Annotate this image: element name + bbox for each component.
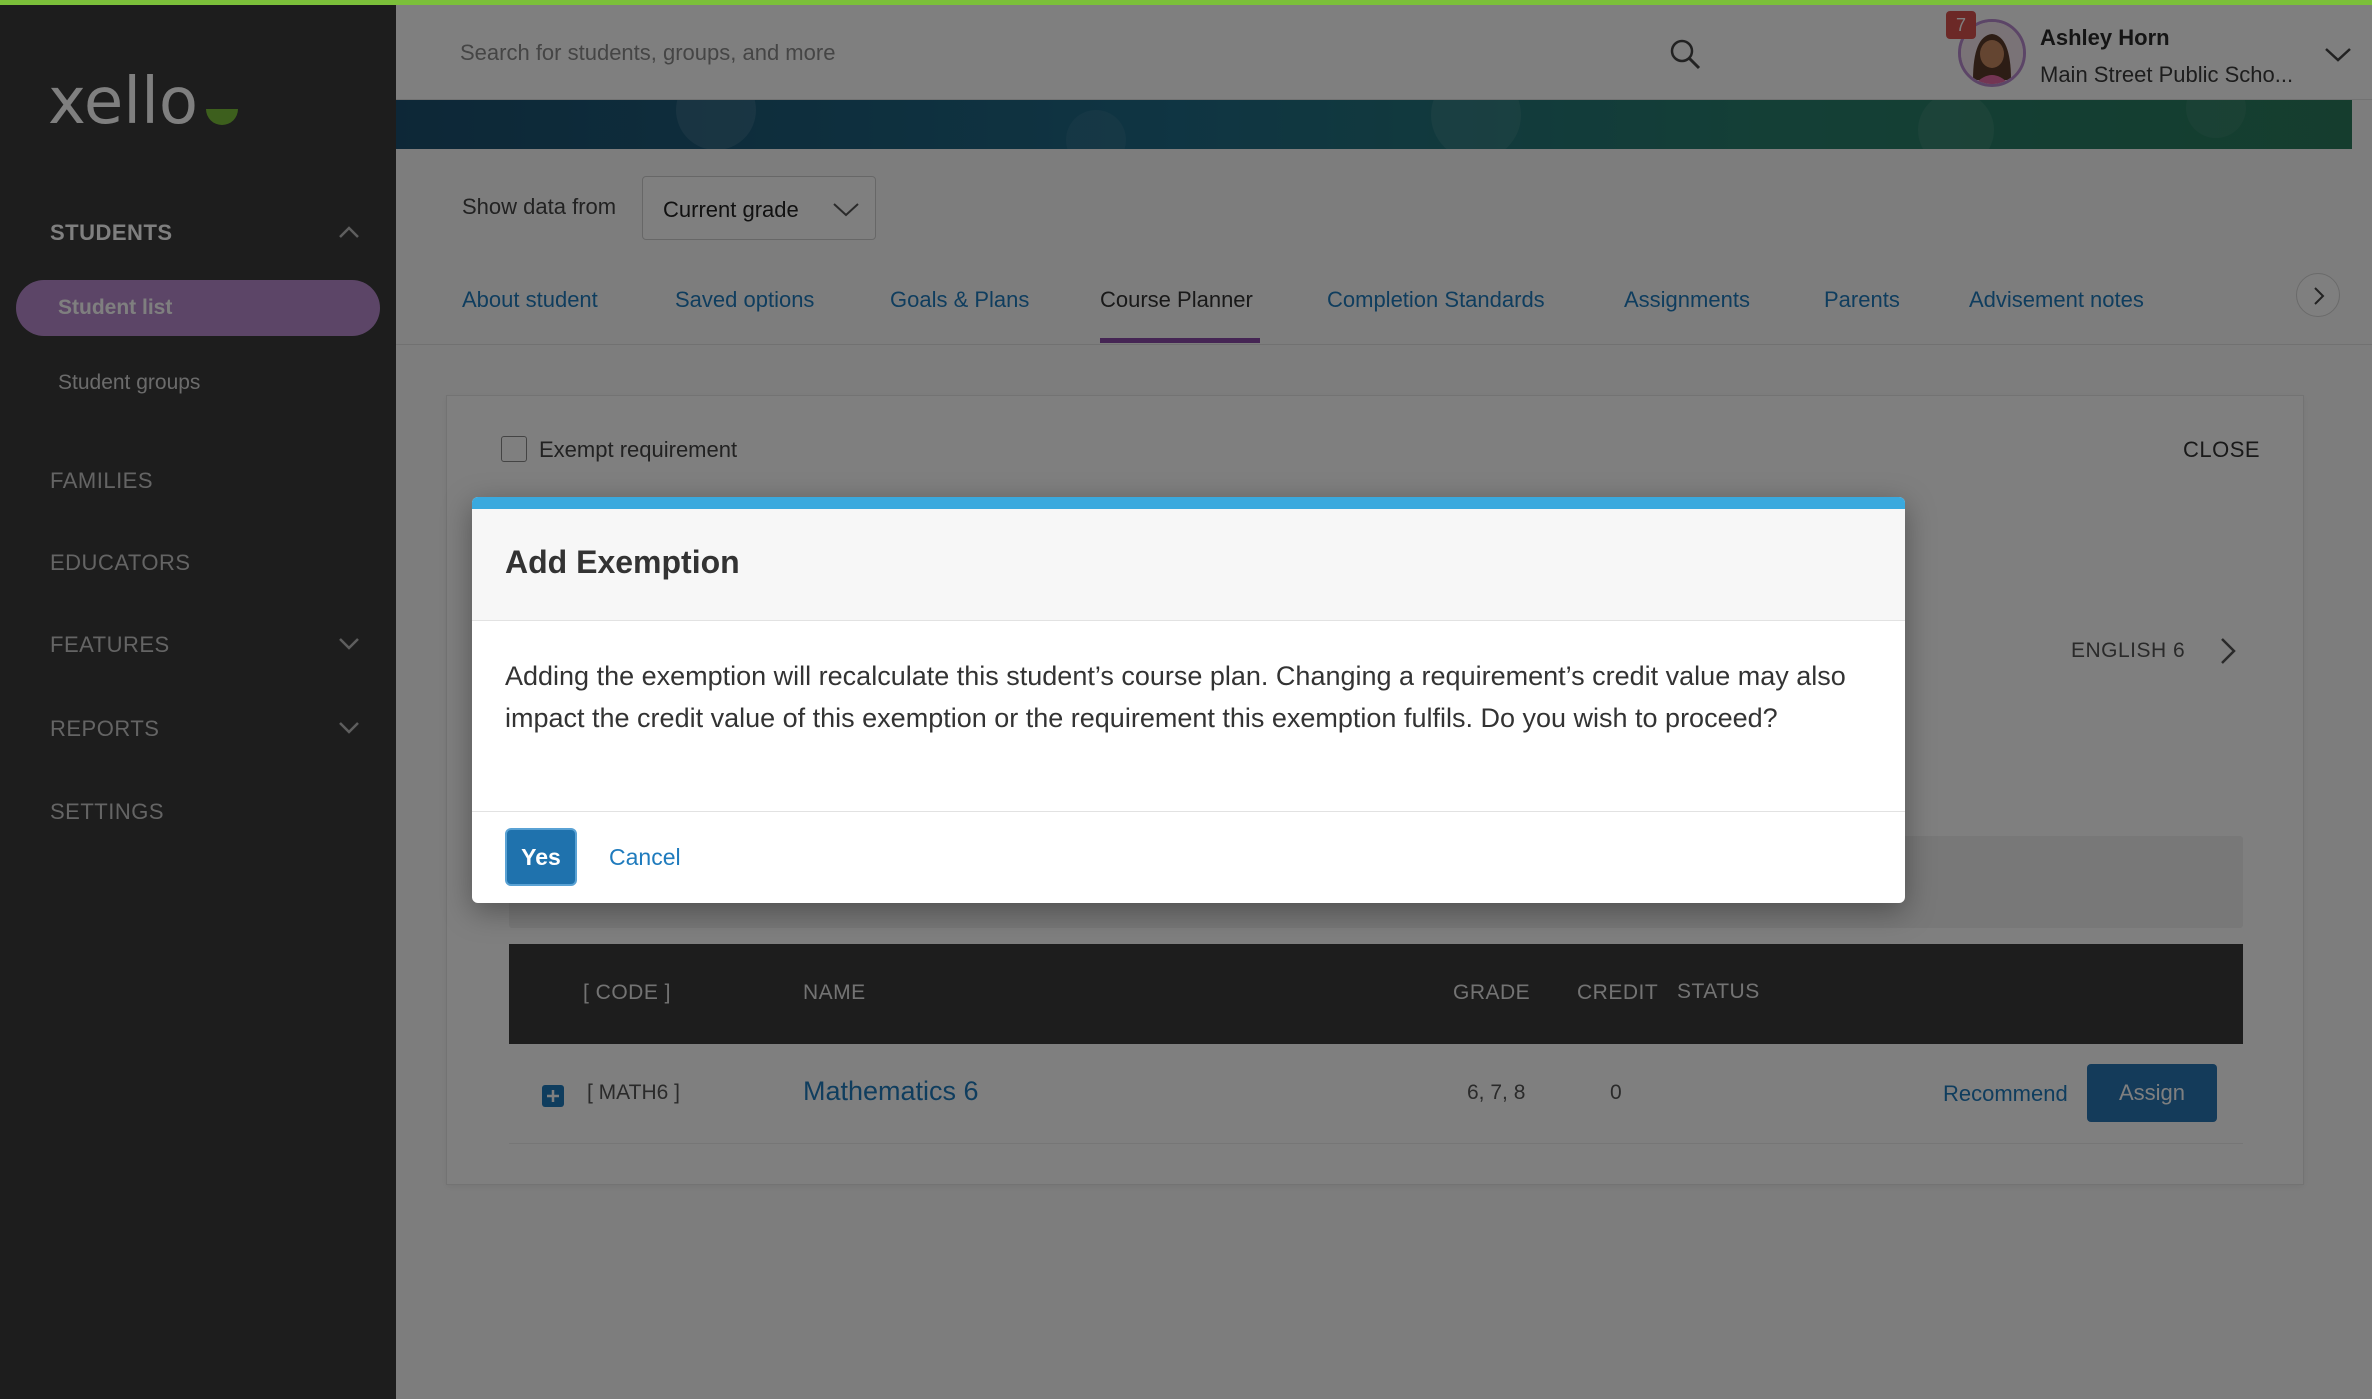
yes-button[interactable]: Yes [505,828,577,886]
modal-header: Add Exemption [472,509,1905,621]
modal-title: Add Exemption [505,544,740,580]
modal-accent-bar [472,497,1905,509]
modal-message: Adding the exemption will recalculate th… [505,661,1846,733]
top-accent-strip [0,0,2372,5]
modal-footer: Yes Cancel [472,811,1905,903]
add-exemption-modal: Add Exemption Adding the exemption will … [472,497,1905,903]
cancel-link[interactable]: Cancel [609,844,681,871]
